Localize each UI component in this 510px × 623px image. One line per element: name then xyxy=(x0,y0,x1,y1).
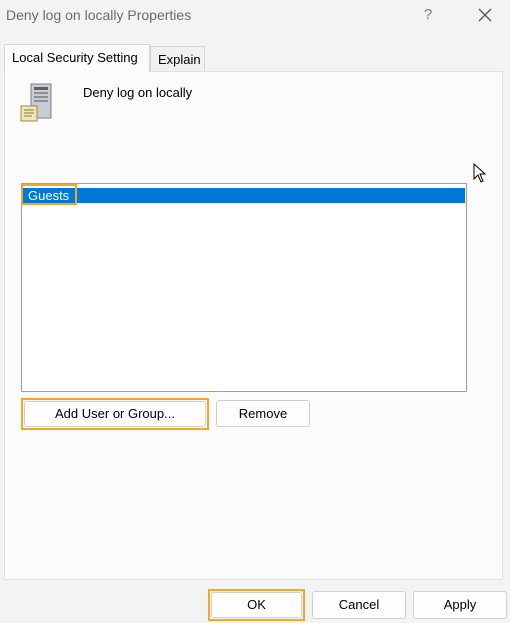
tab-local-security-setting[interactable]: Local Security Setting xyxy=(4,44,150,72)
cancel-button[interactable]: Cancel xyxy=(312,591,406,619)
help-button[interactable]: ? xyxy=(418,4,438,26)
apply-button[interactable]: Apply xyxy=(413,591,507,619)
close-button[interactable] xyxy=(474,4,496,26)
tab-explain[interactable]: Explain xyxy=(150,46,205,71)
highlight-box-guests xyxy=(21,184,77,205)
highlight-box-add xyxy=(21,398,209,430)
title-bar: Deny log on locally Properties ? xyxy=(0,0,510,32)
list-item-guests[interactable]: Guests xyxy=(23,188,465,203)
remove-button[interactable]: Remove xyxy=(216,400,310,427)
highlight-box-ok xyxy=(208,589,305,621)
policy-name: Deny log on locally xyxy=(83,85,193,100)
members-listbox[interactable]: Guests xyxy=(21,183,467,392)
mouse-cursor-icon xyxy=(473,162,487,183)
server-icon xyxy=(19,82,61,124)
window-title: Deny log on locally Properties xyxy=(6,7,192,23)
close-icon xyxy=(478,8,492,22)
